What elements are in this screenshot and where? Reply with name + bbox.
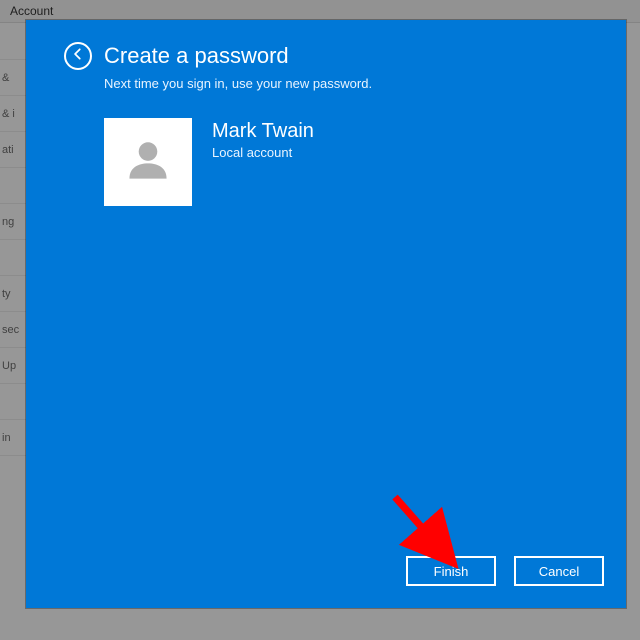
cancel-button[interactable]: Cancel xyxy=(514,556,604,586)
finish-button[interactable]: Finish xyxy=(406,556,496,586)
dialog-subtitle: Next time you sign in, use your new pass… xyxy=(104,76,372,91)
back-button[interactable] xyxy=(64,42,92,70)
create-password-dialog: Create a password Next time you sign in,… xyxy=(26,20,626,608)
dialog-title: Create a password xyxy=(104,43,289,69)
account-type: Local account xyxy=(212,145,314,160)
back-arrow-icon xyxy=(71,47,85,66)
account-profile: Mark Twain Local account xyxy=(104,118,314,206)
finish-button-label: Finish xyxy=(434,564,469,579)
person-icon xyxy=(121,133,175,192)
account-name: Mark Twain xyxy=(212,120,314,143)
avatar xyxy=(104,118,192,206)
cancel-button-label: Cancel xyxy=(539,564,579,579)
